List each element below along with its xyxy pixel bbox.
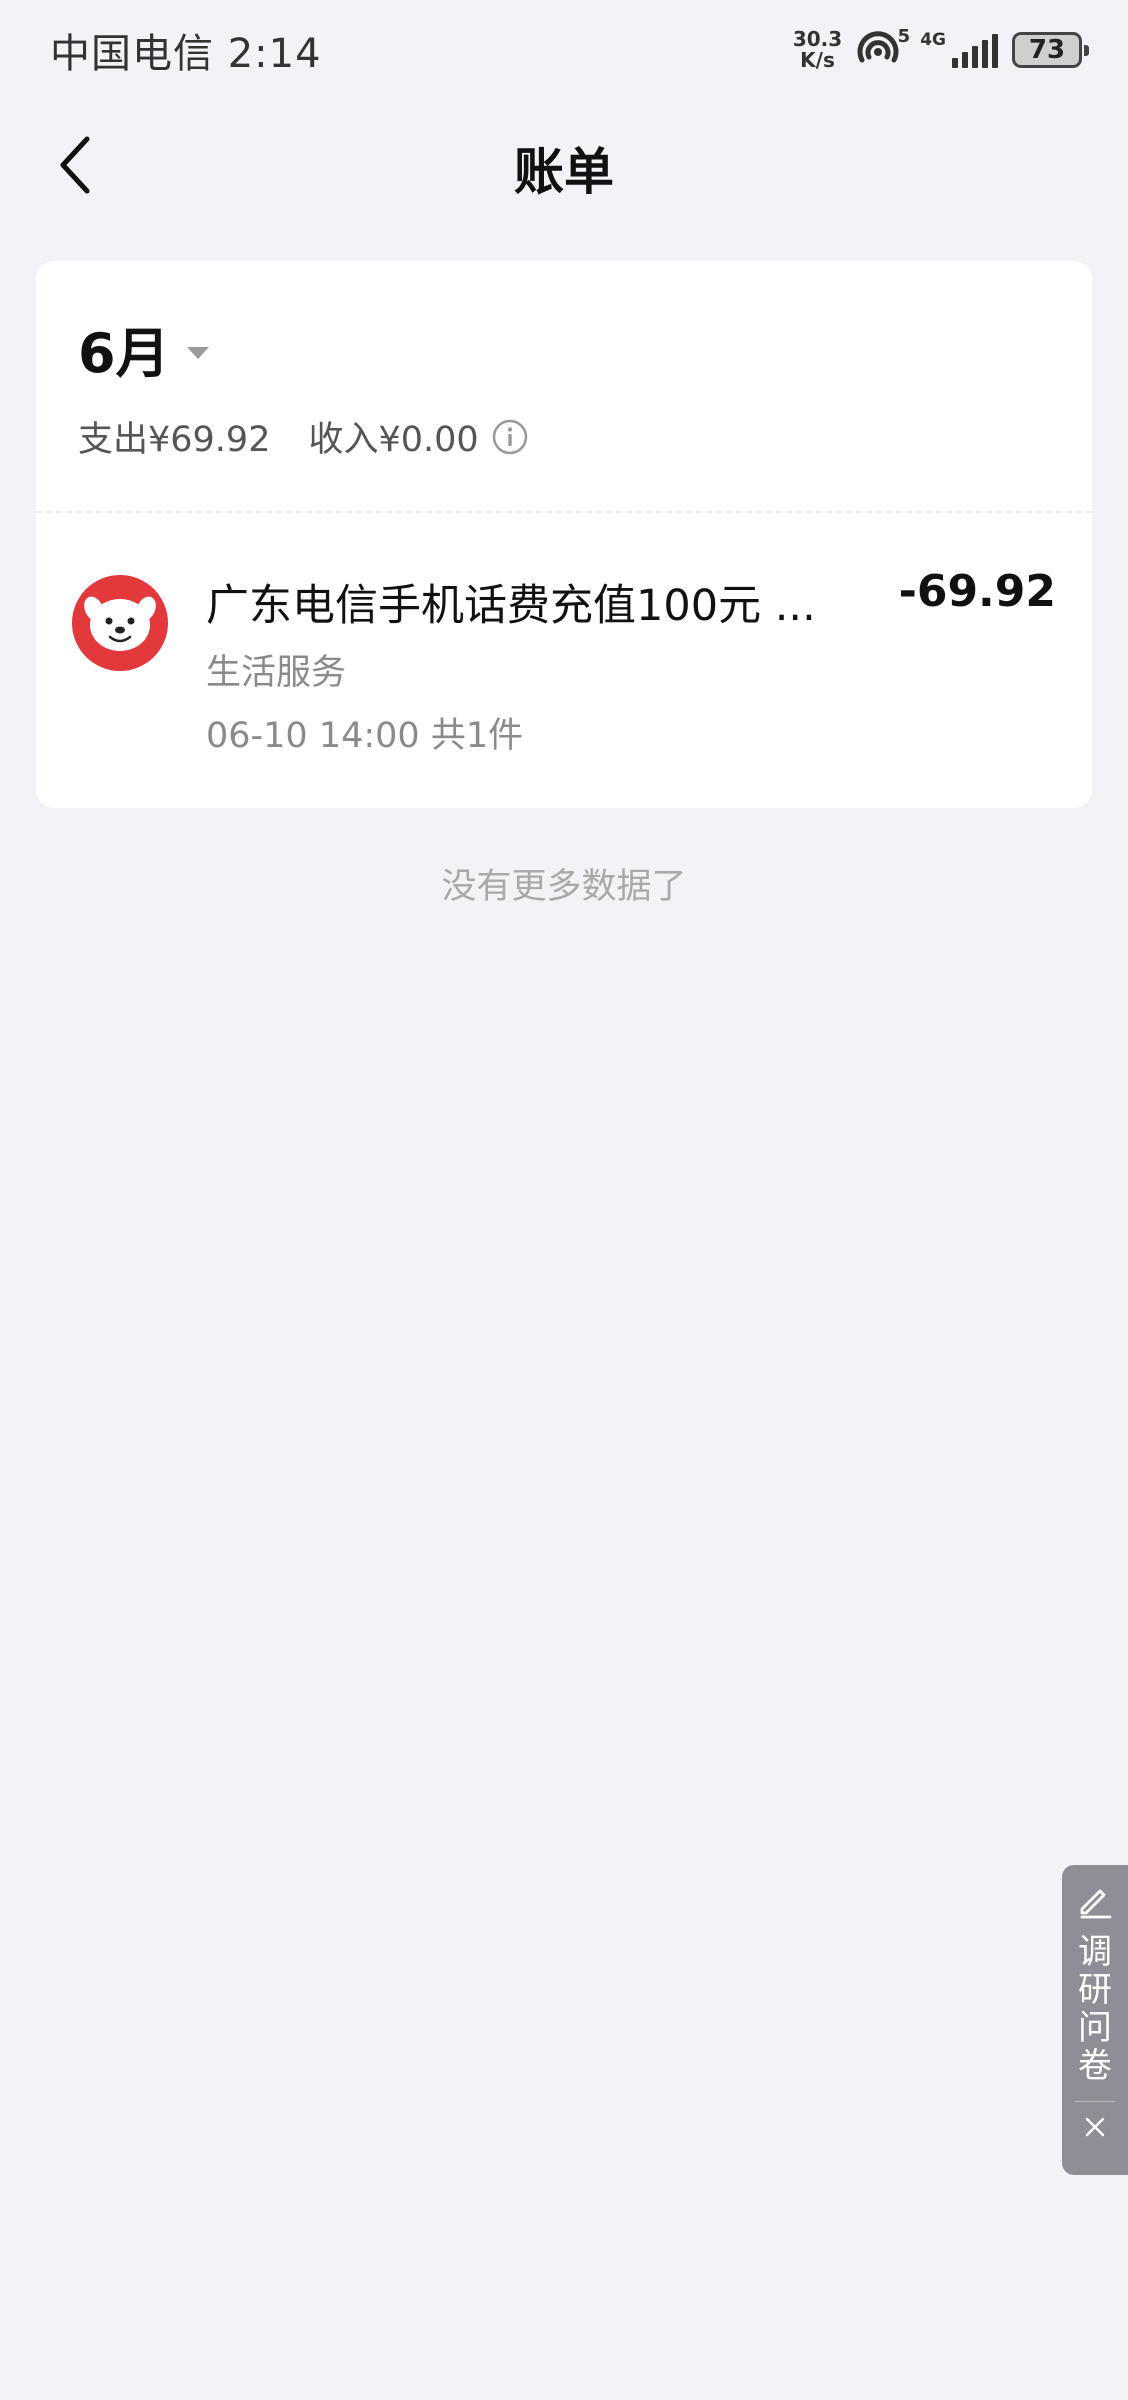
page-title: 账单 <box>514 143 614 201</box>
hotspot-icon: 5 <box>856 26 910 70</box>
signal-strength-icon: 4G <box>920 32 998 68</box>
income-total: 收入¥0.00 <box>308 420 479 460</box>
bill-screen: 中国电信 2:14 30.3 K/s 5 4G 73 账单 6月 支出¥69.9… <box>0 0 1128 2400</box>
bill-item-title: 广东电信手机话费充值100元 ... <box>206 581 816 631</box>
signal-bar <box>982 40 988 68</box>
clock: 2:14 <box>227 31 322 77</box>
status-icons: 30.3 K/s 5 4G 73 <box>793 26 1089 71</box>
expense-total: 支出¥69.92 <box>78 420 271 460</box>
month-label: 6月 <box>78 322 170 385</box>
signal-bar <box>952 58 958 68</box>
pencil-icon <box>1080 1889 1112 1919</box>
carrier-name: 中国电信 <box>50 31 214 77</box>
signal-bar <box>992 34 998 68</box>
month-summary: 支出¥69.92 收入¥0.00 <box>78 411 529 462</box>
signal-bar <box>962 52 968 68</box>
battery-level: 73 <box>1028 35 1066 65</box>
caret-down-icon <box>186 346 209 359</box>
survey-tab: 调研问卷 <box>1062 1865 1128 2175</box>
carrier-time: 中国电信 2:14 <box>50 21 322 79</box>
survey-close-button[interactable] <box>1084 2116 1106 2138</box>
bill-item-meta: 06-10 14:00 共1件 <box>206 707 523 758</box>
network-type: 4G <box>920 30 946 50</box>
no-more-data-label: 没有更多数据了 <box>441 867 687 907</box>
status-bar: 中国电信 2:14 30.3 K/s 5 4G 73 <box>0 0 1128 100</box>
hotspot-count: 5 <box>897 26 911 47</box>
month-selector[interactable]: 6月 <box>78 309 210 388</box>
info-icon[interactable] <box>491 418 529 456</box>
survey-label: 调研问卷 <box>1078 1932 1112 2086</box>
jd-mascot-icon <box>72 575 168 671</box>
signal-bar <box>972 46 978 68</box>
close-icon <box>1085 2117 1105 2137</box>
nav-bar: 账单 <box>0 110 1128 220</box>
divider <box>36 511 1092 513</box>
network-speed: 30.3 K/s <box>793 29 842 71</box>
network-speed-unit: K/s <box>800 48 835 72</box>
network-speed-value: 30.3 <box>792 27 843 51</box>
bill-item-datetime: 06-10 14:00 <box>206 716 420 756</box>
battery-icon: 73 <box>1012 32 1089 68</box>
bill-item-category: 生活服务 <box>206 653 347 693</box>
survey-open-button[interactable]: 调研问卷 <box>1075 1865 1115 2085</box>
survey-divider <box>1075 2101 1115 2102</box>
bill-item-amount: -69.92 <box>898 566 1056 617</box>
bill-card: 6月 支出¥69.92 收入¥0.00 广东电信手机话费充值100元 ... 生… <box>36 261 1092 808</box>
bill-item-count: 共1件 <box>430 716 524 756</box>
